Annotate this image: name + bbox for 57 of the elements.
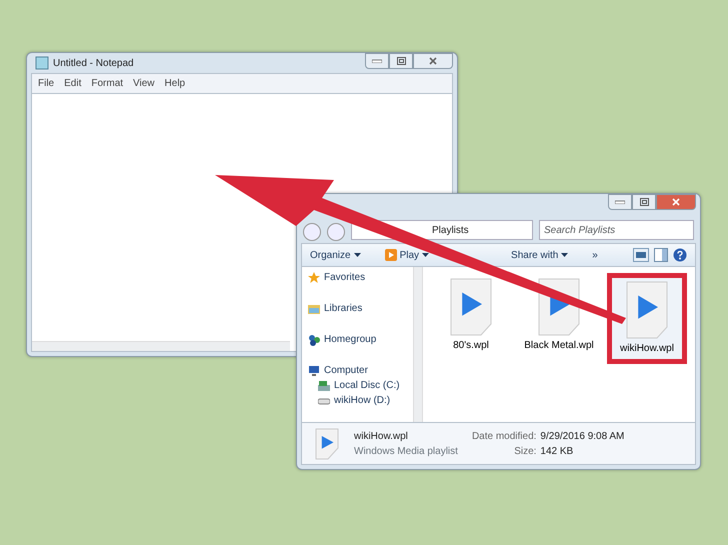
scrollbar[interactable] xyxy=(32,341,290,351)
caret-icon xyxy=(422,253,430,257)
caret-icon xyxy=(354,253,361,257)
file-name: wikiHow.wpl xyxy=(354,430,409,444)
star-icon xyxy=(308,272,320,284)
hard-disk-icon xyxy=(318,380,330,392)
forward-button[interactable] xyxy=(327,223,345,241)
minimize-button[interactable] xyxy=(608,194,632,210)
close-icon xyxy=(429,57,437,65)
minimize-button[interactable] xyxy=(365,53,389,69)
notepad-icon xyxy=(35,56,49,70)
caret-icon xyxy=(561,253,568,257)
playlist-file-icon xyxy=(314,428,340,460)
close-button[interactable] xyxy=(656,194,696,210)
maximize-icon xyxy=(396,57,406,65)
size-value: 142 KB xyxy=(540,444,574,458)
menu-item[interactable]: Edit xyxy=(64,76,82,91)
close-icon xyxy=(672,198,680,206)
back-button[interactable] xyxy=(303,223,321,241)
toolbar-button[interactable]: Share with xyxy=(511,248,568,262)
menu-item[interactable]: Help xyxy=(164,76,186,91)
playlist-file-icon xyxy=(625,281,669,339)
date-value: 9/29/2016 9:08 AM xyxy=(540,430,624,444)
nav-item[interactable]: Local Disc (C:) xyxy=(304,379,411,393)
help-icon xyxy=(673,248,687,262)
nav-item[interactable]: Homegroup xyxy=(304,333,411,347)
playlist-file[interactable]: 80's.wpl xyxy=(431,273,511,358)
window-title: Untitled - Notepad xyxy=(53,56,134,70)
preview-pane-icon xyxy=(654,248,668,262)
date-label: Date modified: xyxy=(472,430,536,444)
search-field[interactable]: Search Playlists xyxy=(539,220,694,240)
maximize-button[interactable] xyxy=(389,53,413,69)
folder-icon xyxy=(308,303,320,315)
size-label: Size: xyxy=(513,444,536,458)
playlist-file-icon xyxy=(449,278,493,336)
nav-item[interactable]: wikiHow (D:) xyxy=(304,394,411,408)
network-icon xyxy=(308,334,320,346)
toolbar-button[interactable]: » xyxy=(592,248,598,262)
nav-item[interactable]: Computer xyxy=(304,364,411,378)
menu-item[interactable]: File xyxy=(38,76,54,91)
menu-item[interactable]: Format xyxy=(91,76,124,91)
close-button[interactable] xyxy=(413,53,453,69)
breadcrumb[interactable]: Playlists xyxy=(432,222,469,238)
playlist-file[interactable]: wikiHow.wpl xyxy=(607,273,687,364)
menu-item[interactable]: View xyxy=(133,76,155,91)
play-icon xyxy=(384,249,397,261)
nav-item[interactable]: Favorites xyxy=(304,271,411,285)
computer-icon xyxy=(308,365,320,377)
toolbar-button[interactable]: Organize xyxy=(310,248,361,262)
maximize-icon xyxy=(640,198,648,206)
maximize-button[interactable] xyxy=(632,194,656,210)
view-icon xyxy=(633,248,649,262)
minimize-icon xyxy=(372,59,382,63)
toolbar-button[interactable]: Play xyxy=(384,248,430,262)
file-type: Windows Media playlist xyxy=(354,444,458,458)
nav-item[interactable]: Libraries xyxy=(304,302,411,316)
minimize-icon xyxy=(615,200,625,204)
